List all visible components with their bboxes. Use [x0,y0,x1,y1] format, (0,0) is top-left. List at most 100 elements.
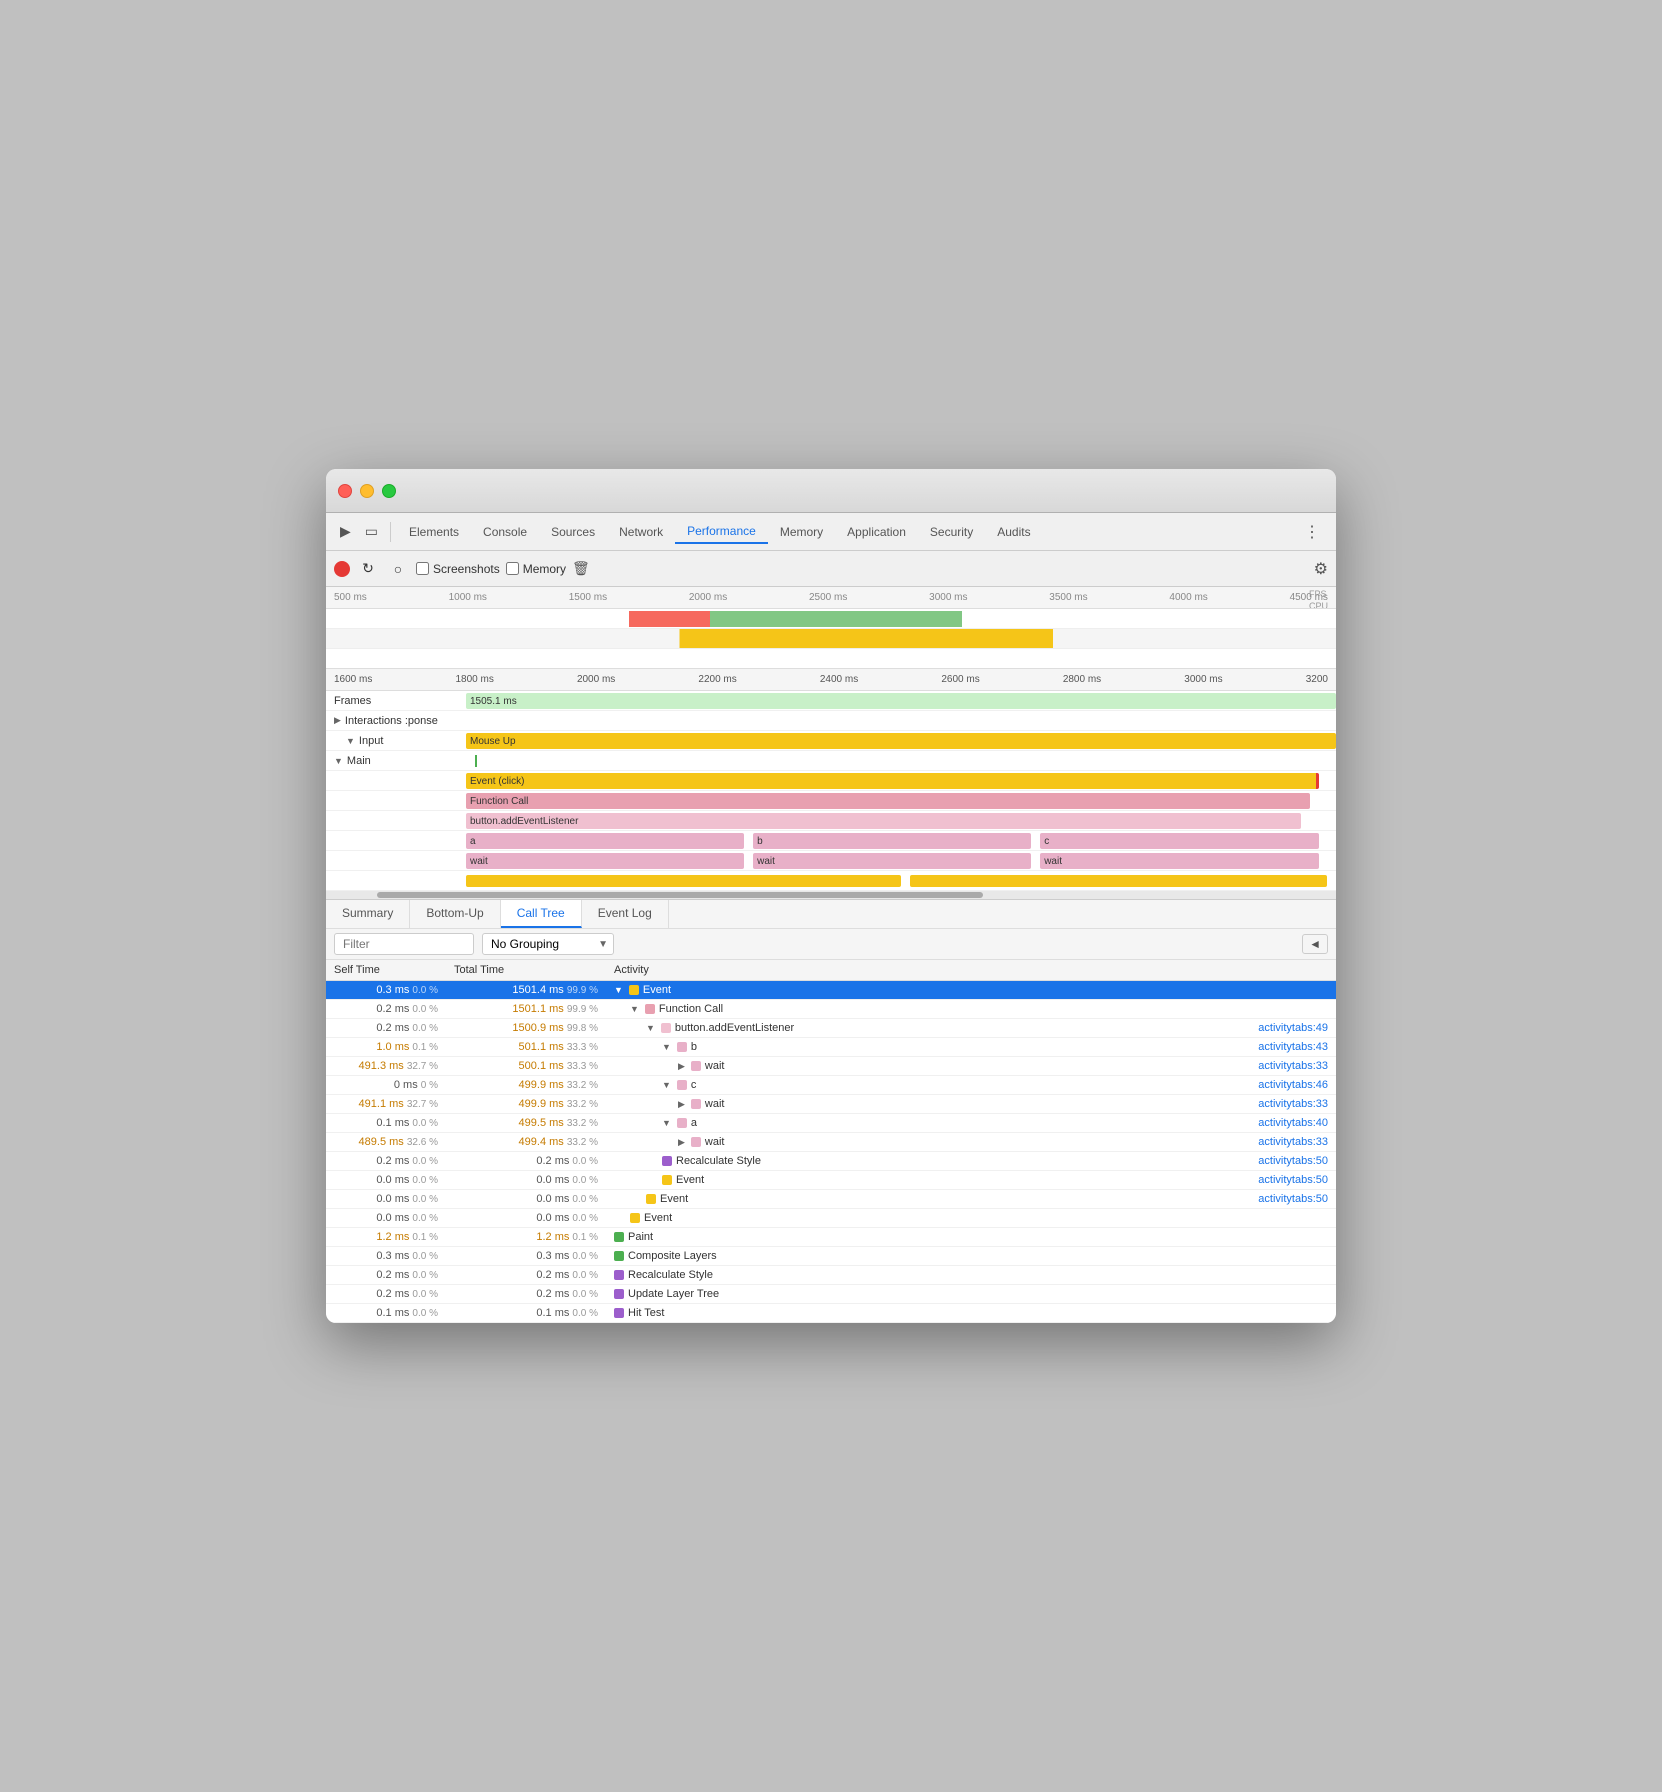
input-arrow[interactable]: ▼ [346,736,355,746]
settings-btn[interactable]: ⚙ [1314,559,1328,579]
tab-network[interactable]: Network [607,521,675,543]
table-row[interactable]: 1.2 ms 0.1 %1.2 ms 0.1 %Paint [326,1228,1336,1247]
activity-link[interactable]: activitytabs:33 [1258,1098,1328,1110]
cell-self-time: 489.5 ms 32.6 % [326,1133,446,1152]
activity-link[interactable]: activitytabs:40 [1258,1117,1328,1129]
table-row[interactable]: 0.2 ms 0.0 %0.2 ms 0.0 %Recalculate Styl… [326,1266,1336,1285]
scrollbar-thumb[interactable] [377,892,983,898]
activity-link[interactable]: activitytabs:50 [1258,1174,1328,1186]
memory-checkbox-label[interactable]: Memory [506,562,566,576]
activity-link[interactable]: activitytabs:49 [1258,1022,1328,1034]
table-row[interactable]: 0.2 ms 0.0 %1500.9 ms 99.8 %▼button.addE… [326,1019,1336,1038]
tab-elements[interactable]: Elements [397,521,471,543]
table-row[interactable]: 0.1 ms 0.0 %0.1 ms 0.0 %Hit Test [326,1304,1336,1323]
function-call-bar[interactable]: Function Call [466,793,1310,809]
ruler2-1800: 1800 ms [455,674,493,685]
main-arrow[interactable]: ▼ [334,756,343,766]
activity-link[interactable]: activitytabs:33 [1258,1136,1328,1148]
expand-arrow-icon[interactable]: ▼ [662,1118,671,1128]
reload-btn[interactable]: ↻ [356,557,380,581]
device-toolbar-btn[interactable]: ▭ [359,519,384,544]
activity-link[interactable]: activitytabs:46 [1258,1079,1328,1091]
maximize-button[interactable] [382,484,396,498]
collapse-btn[interactable]: ◄ [1302,934,1328,954]
bottom-tab-bar: Summary Bottom-Up Call Tree Event Log [326,900,1336,929]
cell-total-time: 1.2 ms 0.1 % [446,1228,606,1247]
cell-total-time: 0.3 ms 0.0 % [446,1247,606,1266]
devtools-window: ▶ ▭ Elements Console Sources Network Per… [326,469,1336,1323]
table-row[interactable]: 491.1 ms 32.7 %499.9 ms 33.2 %▶waitactiv… [326,1095,1336,1114]
table-row[interactable]: 0.2 ms 0.0 %0.2 ms 0.0 %Recalculate Styl… [326,1152,1336,1171]
expand-arrow-icon[interactable]: ▼ [662,1080,671,1090]
btn-ael-bar[interactable]: button.addEventListener [466,813,1301,829]
extra-track [466,871,1336,890]
activity-link[interactable]: activitytabs:50 [1258,1155,1328,1167]
filter-input[interactable] [334,933,474,955]
activity-link[interactable]: activitytabs:50 [1258,1193,1328,1205]
mini-tracks [326,609,1336,669]
expand-arrow-icon[interactable]: ▶ [678,1099,685,1110]
table-row[interactable]: 0.2 ms 0.0 %1501.1 ms 99.9 %▼Function Ca… [326,1000,1336,1019]
tab-bottom-up[interactable]: Bottom-Up [410,900,500,928]
cell-total-time: 499.9 ms 33.2 % [446,1095,606,1114]
expand-arrow-icon[interactable]: ▼ [630,1004,639,1014]
screenshots-checkbox[interactable] [416,562,429,575]
table-row[interactable]: 0.0 ms 0.0 %0.0 ms 0.0 %Eventactivitytab… [326,1171,1336,1190]
interactions-arrow[interactable]: ▶ [334,715,341,726]
table-row[interactable]: 491.3 ms 32.7 %500.1 ms 33.3 %▶waitactiv… [326,1057,1336,1076]
grouping-select[interactable]: No Grouping Group by Activity Group by C… [482,933,614,955]
tab-summary[interactable]: Summary [326,900,410,928]
tab-performance[interactable]: Performance [675,520,768,544]
tab-event-log[interactable]: Event Log [582,900,669,928]
clear-btn[interactable]: ○ [386,557,410,581]
tab-console[interactable]: Console [471,521,539,543]
table-row[interactable]: 0.3 ms 0.0 %0.3 ms 0.0 %Composite Layers [326,1247,1336,1266]
more-tabs-btn[interactable]: ⋮ [1296,518,1328,546]
cursor-tool-btn[interactable]: ▶ [334,519,357,544]
cpu-track [326,629,1336,649]
wait3-bar[interactable]: wait [1040,853,1318,869]
record-btn[interactable] [334,561,350,577]
traffic-lights [338,484,396,498]
screenshots-checkbox-label[interactable]: Screenshots [416,562,500,576]
close-button[interactable] [338,484,352,498]
table-row[interactable]: 1.0 ms 0.1 %501.1 ms 33.3 %▼bactivitytab… [326,1038,1336,1057]
cell-activity: ▶waitactivitytabs:33 [606,1133,1336,1152]
fps-bar-green [710,611,963,627]
timeline-scrollbar[interactable] [326,891,1336,899]
table-row[interactable]: 0.3 ms 0.0 %1501.4 ms 99.9 %▼Event [326,981,1336,1000]
c-bar[interactable]: c [1040,833,1318,849]
table-row[interactable]: 0 ms 0 %499.9 ms 33.2 %▼cactivitytabs:46 [326,1076,1336,1095]
tab-call-tree[interactable]: Call Tree [501,900,582,928]
tab-sources[interactable]: Sources [539,521,607,543]
tab-audits[interactable]: Audits [985,521,1042,543]
tab-security[interactable]: Security [918,521,985,543]
tab-bar: Elements Console Sources Network Perform… [397,520,1294,544]
minimize-button[interactable] [360,484,374,498]
wait2-bar[interactable]: wait [753,853,1031,869]
table-row[interactable]: 0.1 ms 0.0 %499.5 ms 33.2 %▼aactivitytab… [326,1114,1336,1133]
activity-link[interactable]: activitytabs:33 [1258,1060,1328,1072]
expand-arrow-icon[interactable]: ▼ [646,1023,655,1033]
expand-arrow-icon[interactable]: ▶ [678,1137,685,1148]
expand-arrow-icon[interactable]: ▼ [614,985,623,995]
expand-arrow-icon[interactable]: ▶ [678,1061,685,1072]
table-row[interactable]: 0.0 ms 0.0 %0.0 ms 0.0 %Event [326,1209,1336,1228]
trash-btn[interactable]: 🗑 [572,560,590,577]
memory-checkbox[interactable] [506,562,519,575]
call-tree-table: Self Time Total Time Activity 0.3 ms 0.0… [326,960,1336,1323]
table-row[interactable]: 0.0 ms 0.0 %0.0 ms 0.0 %Eventactivitytab… [326,1190,1336,1209]
table-row[interactable]: 489.5 ms 32.6 %499.4 ms 33.2 %▶waitactiv… [326,1133,1336,1152]
activity-link[interactable]: activitytabs:43 [1258,1041,1328,1053]
a-bar[interactable]: a [466,833,744,849]
activity-text: c [691,1079,697,1091]
tab-memory[interactable]: Memory [768,521,835,543]
ruler-label-4000: 4000 ms [1169,592,1207,603]
table-row[interactable]: 0.2 ms 0.0 %0.2 ms 0.0 %Update Layer Tre… [326,1285,1336,1304]
expand-arrow-icon[interactable]: ▼ [662,1042,671,1052]
b-bar[interactable]: b [753,833,1031,849]
event-click-bar[interactable]: Event (click) [466,773,1319,789]
wait1-bar[interactable]: wait [466,853,744,869]
tab-application[interactable]: Application [835,521,918,543]
button-addeventlistener-row: button.addEventListener [326,811,1336,831]
